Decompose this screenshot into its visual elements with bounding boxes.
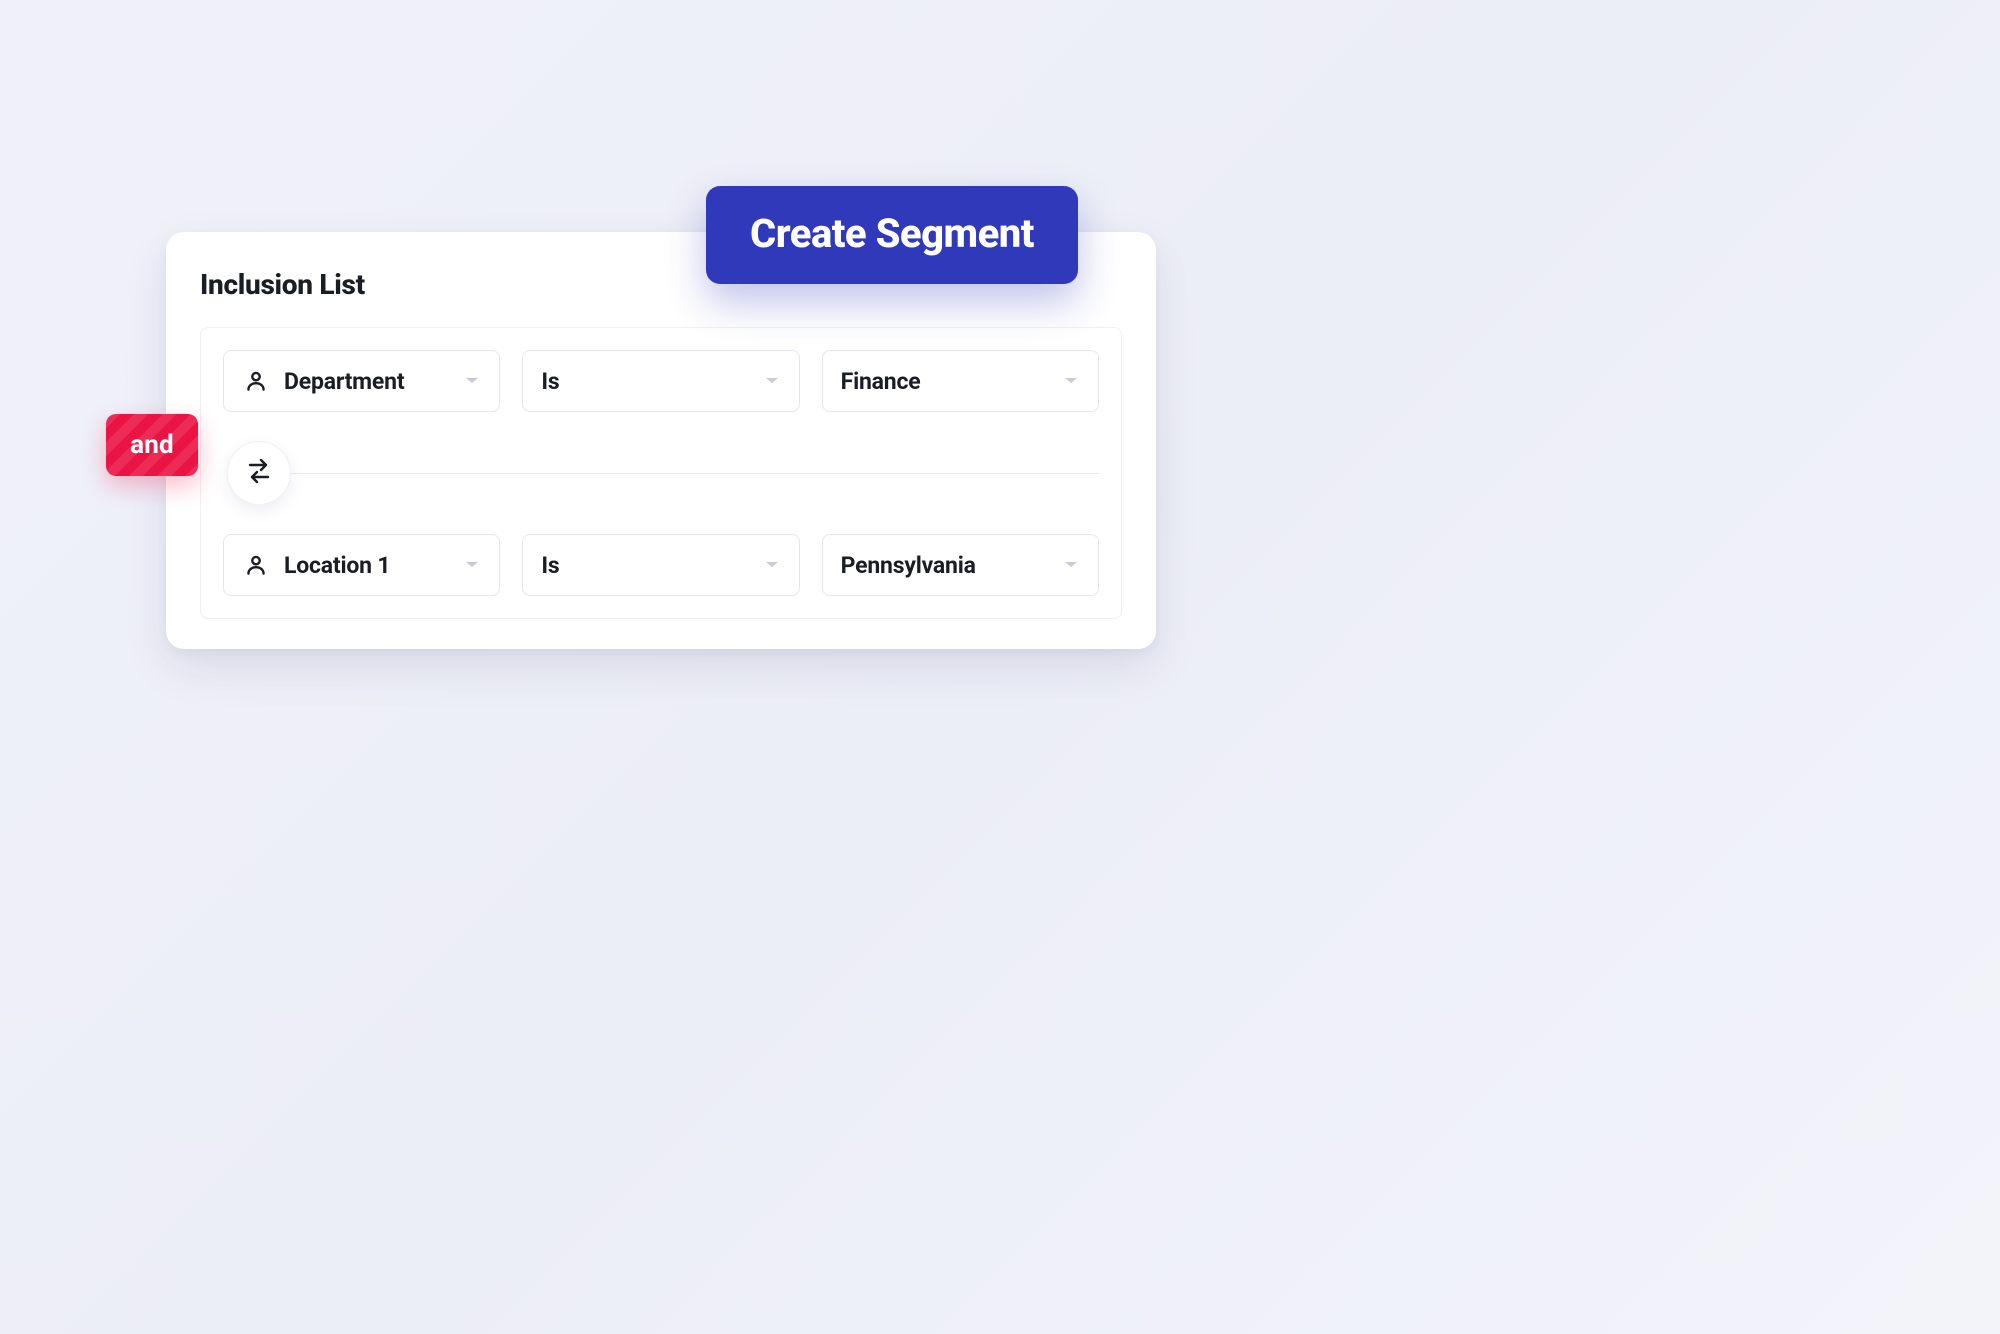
- condition-select[interactable]: Is: [522, 350, 799, 412]
- value-select[interactable]: Pennsylvania: [822, 534, 1099, 596]
- person-icon: [242, 551, 270, 579]
- swap-horizontal-icon: [244, 458, 274, 488]
- value-select[interactable]: Finance: [822, 350, 1099, 412]
- chevron-down-icon: [1062, 372, 1080, 390]
- attribute-label: Location 1: [284, 552, 463, 579]
- chevron-down-icon: [463, 372, 481, 390]
- chevron-down-icon: [763, 556, 781, 574]
- operator-label: and: [130, 430, 174, 460]
- attribute-select[interactable]: Location 1: [223, 534, 500, 596]
- attribute-select[interactable]: Department: [223, 350, 500, 412]
- inclusion-list-card: Inclusion List Department Is: [166, 232, 1156, 649]
- chevron-down-icon: [1062, 556, 1080, 574]
- value-label: Pennsylvania: [841, 552, 1062, 579]
- person-icon: [242, 367, 270, 395]
- rules-container: Department Is Finance: [200, 327, 1122, 619]
- chevron-down-icon: [763, 372, 781, 390]
- attribute-label: Department: [284, 368, 463, 395]
- condition-label: Is: [541, 368, 762, 395]
- value-label: Finance: [841, 368, 1062, 395]
- chevron-down-icon: [463, 556, 481, 574]
- create-segment-button[interactable]: Create Segment: [706, 186, 1078, 284]
- rule-divider: [223, 438, 1099, 508]
- swap-operator-button[interactable]: [227, 441, 291, 505]
- rule-row: Location 1 Is Pennsylvania: [223, 534, 1099, 596]
- operator-badge[interactable]: and: [106, 414, 198, 476]
- divider-line: [287, 473, 1099, 474]
- condition-select[interactable]: Is: [522, 534, 799, 596]
- rule-row: Department Is Finance: [223, 350, 1099, 412]
- create-segment-label: Create Segment: [750, 210, 1034, 257]
- condition-label: Is: [541, 552, 762, 579]
